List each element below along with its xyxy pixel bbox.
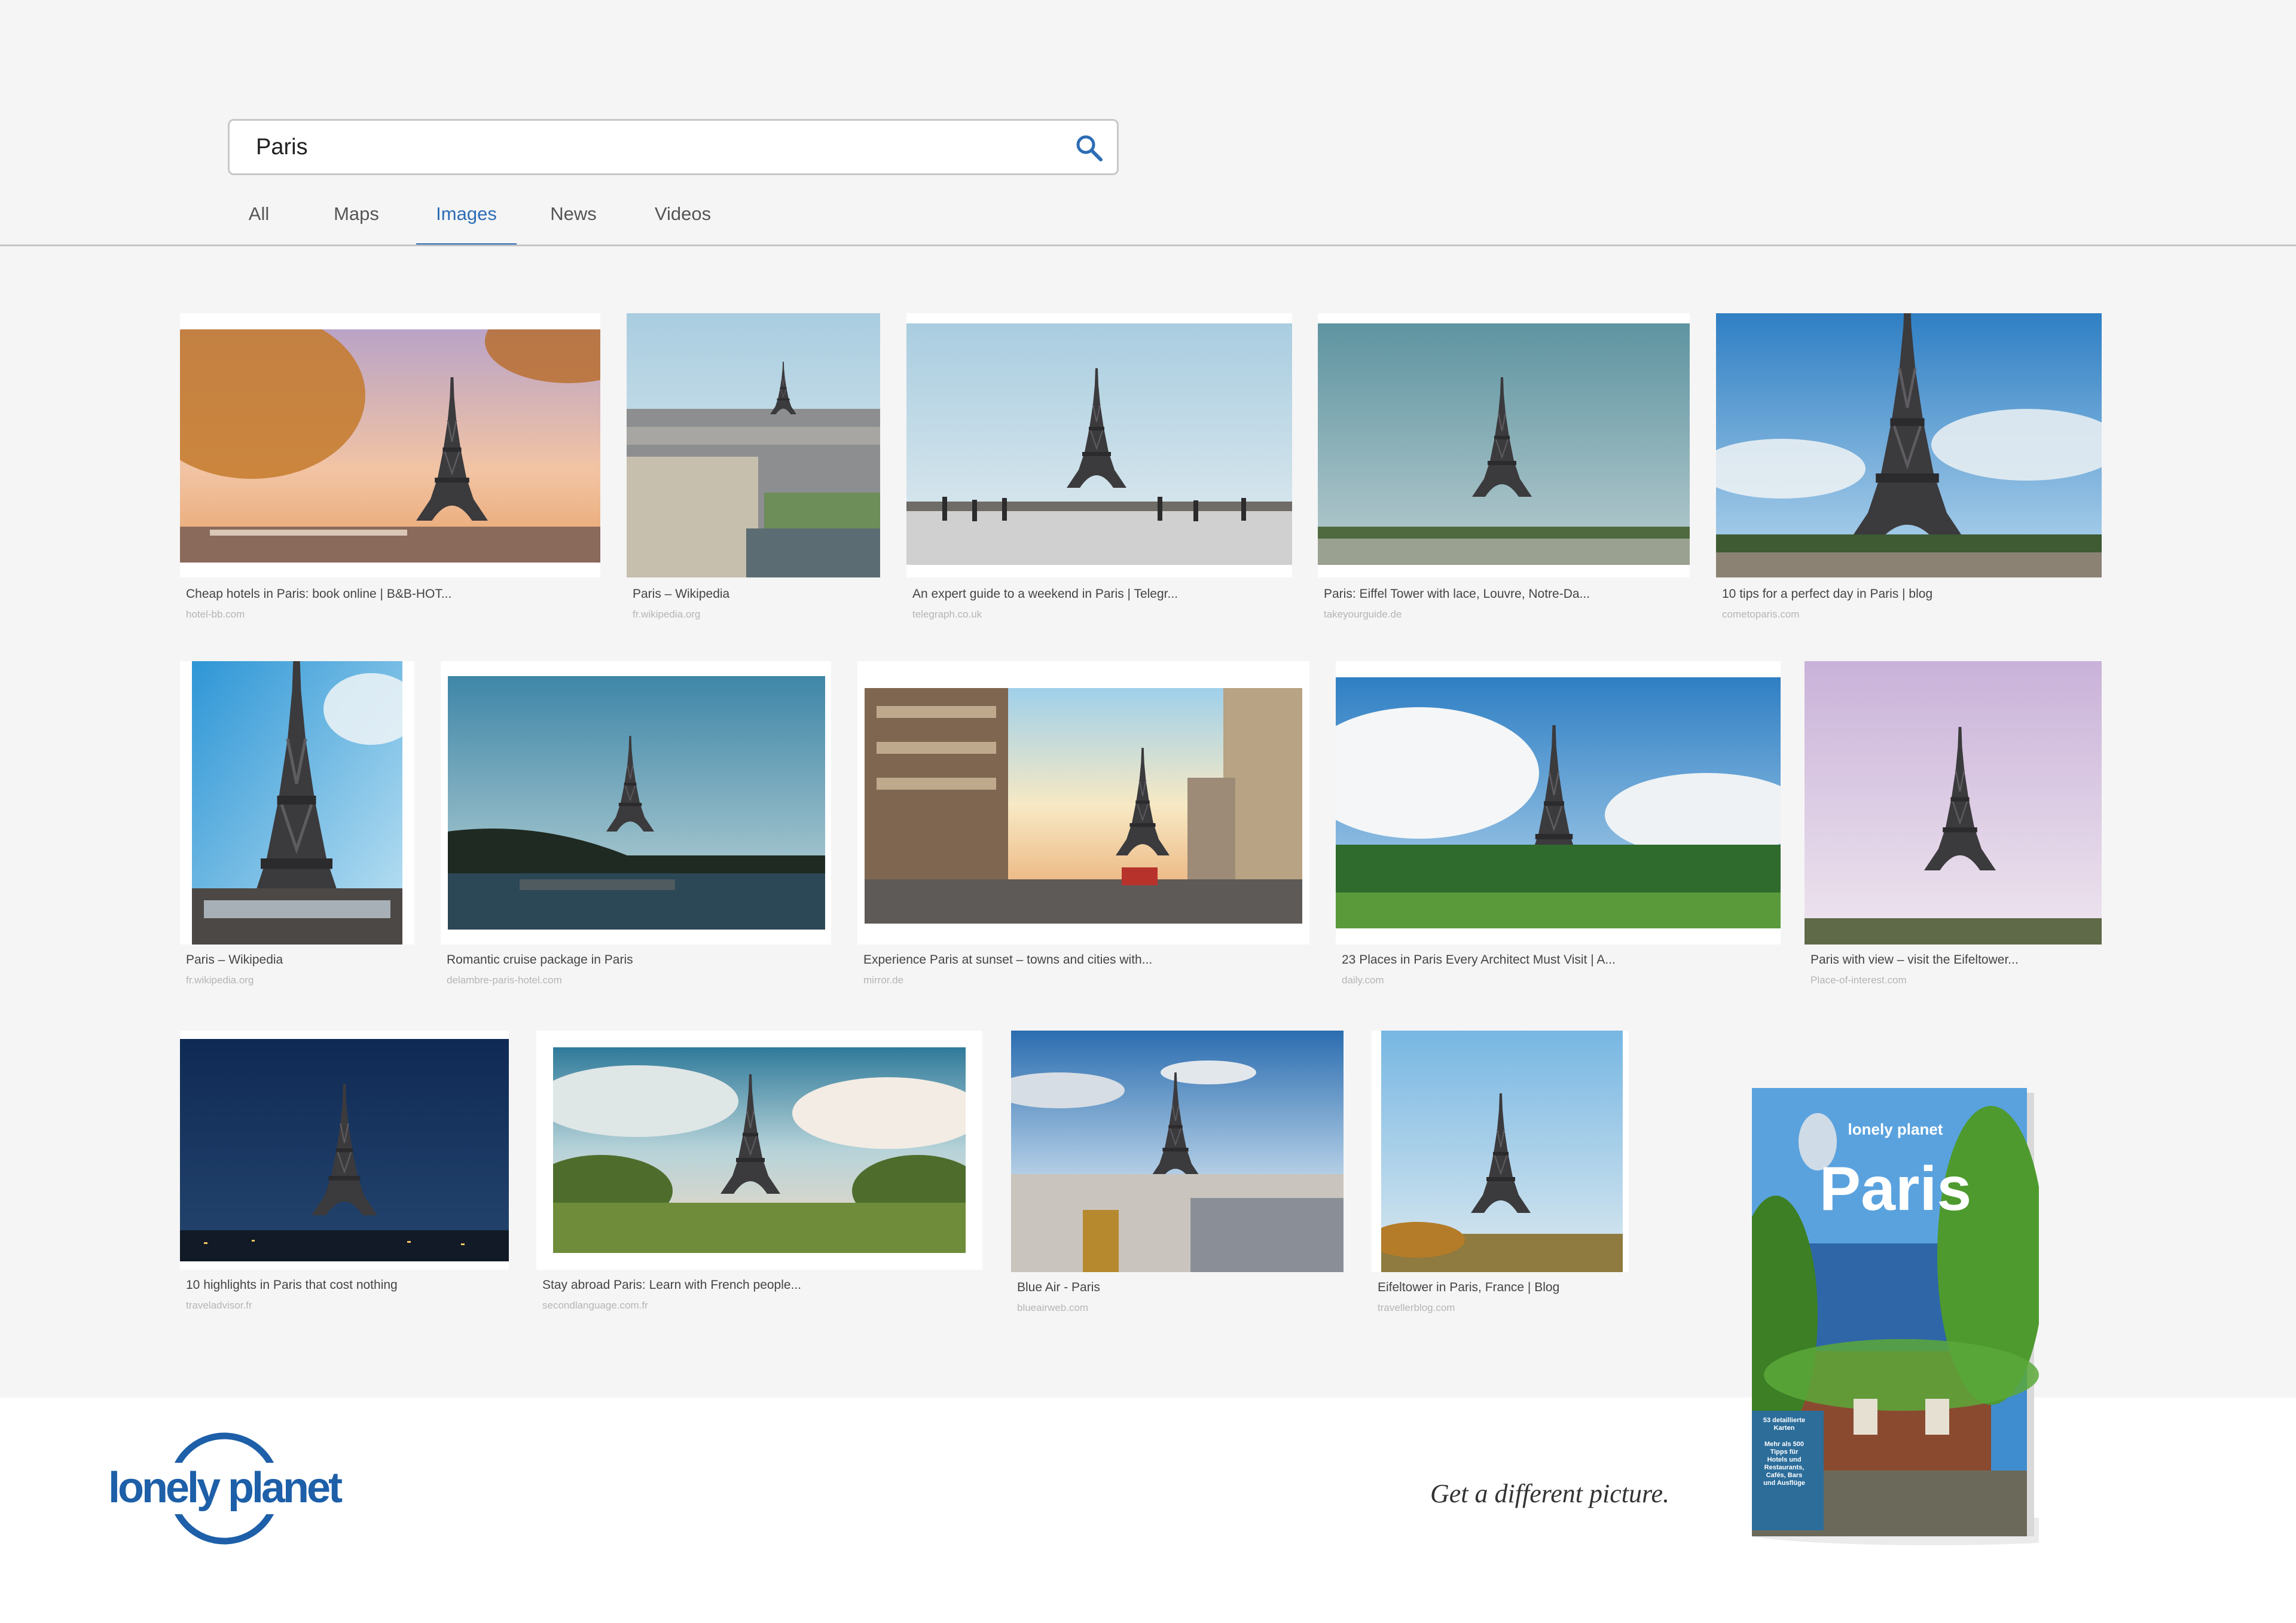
result-source: traveladvisor.fr	[186, 1300, 252, 1311]
tab-images[interactable]: Images	[416, 189, 517, 246]
image-thumbnail[interactable]	[180, 313, 600, 577]
book-note-tips: Mehr als 500 Tipps für Hotels und Restau…	[1763, 1441, 1805, 1487]
image-result[interactable]: Stay abroad Paris: Learn with French peo…	[536, 1031, 982, 1318]
book-note-maps: 53 detaillierte Karten	[1763, 1417, 1806, 1432]
result-title[interactable]: Paris – Wikipedia	[186, 953, 283, 967]
tab-news[interactable]: News	[546, 189, 600, 246]
result-source: fr.wikipedia.org	[633, 609, 701, 620]
search-input[interactable]	[256, 121, 1033, 173]
image-result[interactable]: Paris: Eiffel Tower with lace, Louvre, N…	[1318, 313, 1690, 624]
image-thumbnail[interactable]	[627, 313, 880, 577]
result-title[interactable]: Stay abroad Paris: Learn with French peo…	[542, 1278, 801, 1292]
image-thumbnail[interactable]	[1336, 661, 1781, 945]
image-thumbnail[interactable]	[441, 661, 831, 945]
image-thumbnail[interactable]	[180, 1031, 509, 1270]
image-thumbnail[interactable]	[1318, 313, 1690, 577]
result-source: cometoparis.com	[1722, 609, 1800, 620]
lonely-planet-logo: lonely planet	[102, 1426, 347, 1551]
result-source: delambre-paris-hotel.com	[447, 974, 562, 986]
image-result[interactable]: Experience Paris at sunset – towns and c…	[857, 661, 1309, 996]
result-title[interactable]: Romantic cruise package in Paris	[447, 953, 633, 967]
tab-all[interactable]: All	[244, 189, 274, 246]
image-thumbnail[interactable]	[1011, 1031, 1344, 1272]
result-title[interactable]: Paris with view – visit the Eifeltower..…	[1810, 953, 2019, 967]
image-thumbnail[interactable]	[1372, 1031, 1629, 1272]
result-title[interactable]: Eifeltower in Paris, France | Blog	[1378, 1280, 1559, 1295]
image-result[interactable]: Paris with view – visit the Eifeltower..…	[1805, 661, 2102, 996]
result-title[interactable]: Paris – Wikipedia	[633, 587, 729, 601]
book-title: Paris	[1819, 1154, 1972, 1224]
image-thumbnail[interactable]	[906, 313, 1292, 577]
image-thumbnail[interactable]	[1805, 661, 2102, 945]
image-result[interactable]: 10 highlights in Paris that cost nothing…	[180, 1031, 509, 1318]
result-source: daily.com	[1342, 974, 1384, 986]
image-result[interactable]: Cheap hotels in Paris: book online | B&B…	[180, 313, 600, 624]
result-title[interactable]: An expert guide to a weekend in Paris | …	[912, 587, 1178, 601]
image-result[interactable]: Romantic cruise package in Paris delambr…	[441, 661, 831, 996]
image-thumbnail[interactable]	[180, 661, 414, 945]
result-source: telegraph.co.uk	[912, 609, 982, 620]
image-thumbnail[interactable]	[1716, 313, 2102, 577]
result-title[interactable]: 10 highlights in Paris that cost nothing	[186, 1278, 398, 1292]
result-source: travellerblog.com	[1378, 1302, 1455, 1313]
search-box[interactable]	[228, 119, 1119, 175]
result-source: mirror.de	[863, 974, 904, 986]
result-title[interactable]: 23 Places in Paris Every Architect Must …	[1342, 953, 1616, 967]
image-result[interactable]: Blue Air - Paris blueairweb.com	[1011, 1031, 1344, 1318]
image-thumbnail[interactable]	[536, 1031, 982, 1270]
image-result[interactable]: Paris – Wikipedia fr.wikipedia.org	[180, 661, 414, 996]
result-title[interactable]: Blue Air - Paris	[1017, 1280, 1100, 1295]
guidebook-cover: lonely planet Paris 53 detaillierte Kart…	[1752, 1088, 2039, 1548]
image-result[interactable]: Eifeltower in Paris, France | Blog trave…	[1372, 1031, 1629, 1318]
image-result[interactable]: 10 tips for a perfect day in Paris | blo…	[1716, 313, 2102, 624]
logo-text: lonely planet	[108, 1464, 343, 1512]
tab-videos[interactable]: Videos	[650, 189, 716, 246]
result-title[interactable]: Cheap hotels in Paris: book online | B&B…	[186, 587, 451, 601]
result-title[interactable]: 10 tips for a perfect day in Paris | blo…	[1722, 587, 1932, 601]
image-result[interactable]: An expert guide to a weekend in Paris | …	[906, 313, 1292, 624]
search-icon[interactable]	[1074, 133, 1104, 163]
result-title[interactable]: Paris: Eiffel Tower with lace, Louvre, N…	[1324, 587, 1590, 601]
result-source: Place-of-interest.com	[1810, 974, 1907, 986]
image-result[interactable]: 23 Places in Paris Every Architect Must …	[1336, 661, 1781, 996]
image-result[interactable]: Paris – Wikipedia fr.wikipedia.org	[627, 313, 880, 624]
book-brand: lonely planet	[1848, 1120, 1943, 1138]
result-source: fr.wikipedia.org	[186, 974, 254, 986]
result-source: hotel-bb.com	[186, 609, 245, 620]
tab-maps[interactable]: Maps	[329, 189, 383, 246]
result-source: secondlanguage.com.fr	[542, 1300, 648, 1311]
result-source: blueairweb.com	[1017, 1302, 1089, 1313]
result-title[interactable]: Experience Paris at sunset – towns and c…	[863, 953, 1152, 967]
tagline: Get a different picture.	[1430, 1479, 1669, 1508]
image-thumbnail[interactable]	[857, 661, 1309, 945]
header-divider	[0, 244, 2296, 246]
result-source: takeyourguide.de	[1324, 609, 1402, 620]
